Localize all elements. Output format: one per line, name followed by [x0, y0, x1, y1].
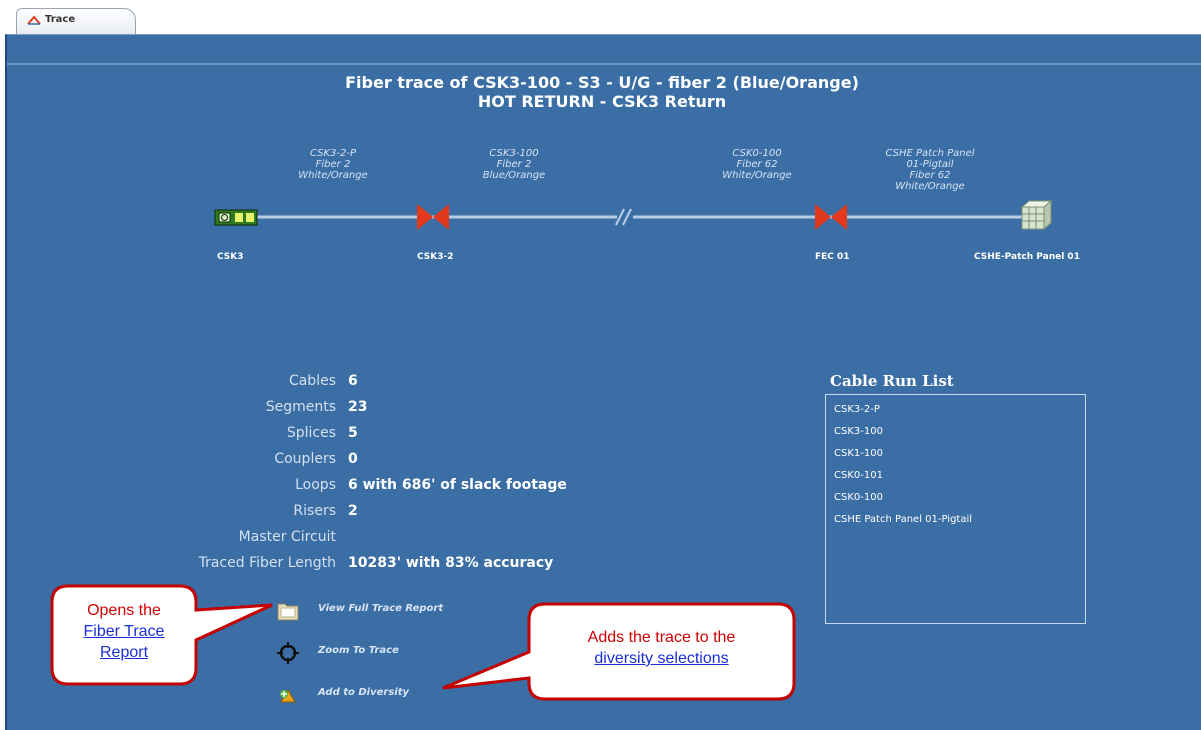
trace-icon	[27, 15, 41, 25]
list-item[interactable]: CSK3-100	[834, 426, 883, 437]
tab-label: Trace	[45, 14, 76, 25]
label-line: Fiber 62	[909, 170, 951, 181]
action-label: Add to Diversity	[318, 687, 410, 698]
stat-value: 2	[348, 503, 358, 519]
label-line: Blue/Orange	[482, 170, 546, 181]
equipment-icon[interactable]	[214, 209, 258, 226]
trace-label-top: CSHE Patch Panel 01-Pigtail Fiber 62 Whi…	[870, 148, 990, 192]
stat-value: 10283' with 83% accuracy	[348, 555, 554, 571]
label-line: 01-Pigtail	[906, 159, 954, 170]
label-line: CSHE Patch Panel	[885, 148, 975, 159]
diversity-selections-link[interactable]: diversity selections	[594, 650, 728, 667]
crosshair-icon	[277, 642, 299, 664]
label-line: White/Orange	[895, 181, 965, 192]
trace-label-top: CSK3-100 Fiber 2 Blue/Orange	[454, 148, 574, 181]
node-label-csk3: CSK3	[217, 252, 244, 262]
stat-value: 5	[348, 425, 358, 441]
tab-trace[interactable]: Trace	[16, 8, 136, 34]
label-line: White/Orange	[298, 170, 368, 181]
fiber-trace-report-link[interactable]: Fiber Trace Report	[84, 623, 165, 661]
break-icon	[615, 207, 633, 227]
stat-label: Segments	[265, 399, 336, 415]
list-item[interactable]: CSK1-100	[834, 448, 883, 459]
trace-label-top: CSK0-100 Fiber 62 White/Orange	[697, 148, 817, 181]
label-line: CSK0-100	[732, 148, 782, 159]
label-line: Fiber 2	[496, 159, 532, 170]
stat-value: 23	[348, 399, 368, 415]
action-label: View Full Trace Report	[318, 603, 444, 614]
node-label-patch-panel: CSHE-Patch Panel 01	[974, 252, 1080, 262]
patch-panel-icon[interactable]	[1020, 199, 1053, 231]
stat-label: Risers	[293, 503, 336, 519]
folder-icon	[277, 603, 299, 621]
node-label-fec-01: FEC 01	[815, 252, 850, 262]
cable-run-list[interactable]: CSK3-2-P CSK3-100 CSK1-100 CSK0-101 CSK0…	[825, 394, 1086, 624]
add-diversity-icon	[280, 689, 296, 703]
callout-left-text: Opens the	[87, 602, 161, 619]
trace-label-top: CSK3-2-P Fiber 2 White/Orange	[273, 148, 393, 181]
callout-left: Opens the Fiber Trace Report	[52, 600, 196, 663]
stat-label: Master Circuit	[238, 529, 336, 545]
list-item[interactable]: CSHE Patch Panel 01-Pigtail	[834, 514, 972, 525]
stat-value: 6 with 686' of slack footage	[348, 477, 567, 493]
splice-icon[interactable]	[417, 204, 449, 230]
stat-label: Traced Fiber Length	[198, 555, 336, 571]
stat-label: Cables	[288, 373, 336, 389]
callout-right-text: Adds the trace to the	[587, 629, 736, 646]
stat-label: Splices	[286, 425, 336, 441]
stat-value: 0	[348, 451, 358, 467]
trace-diagram	[214, 199, 1053, 231]
list-item[interactable]: CSK0-101	[834, 470, 883, 481]
label-line: White/Orange	[722, 170, 792, 181]
label-line: Fiber 2	[315, 159, 351, 170]
stat-label: Couplers	[274, 451, 336, 467]
callout-right: Adds the trace to the diversity selectio…	[529, 627, 794, 669]
tab-bar: Trace	[0, 0, 1201, 34]
label-line: CSK3-2-P	[309, 148, 357, 159]
label-line: Fiber 62	[736, 159, 778, 170]
splice-icon[interactable]	[815, 204, 847, 230]
cable-run-list-title: Cable Run List	[830, 372, 954, 390]
list-item[interactable]: CSK0-100	[834, 492, 883, 503]
list-item[interactable]: CSK3-2-P	[834, 404, 880, 415]
node-label-csk3-2: CSK3-2	[417, 252, 454, 262]
stat-value: 6	[348, 373, 358, 389]
action-label: Zoom To Trace	[318, 645, 399, 656]
label-line: CSK3-100	[489, 148, 539, 159]
stat-label: Loops	[295, 477, 336, 493]
